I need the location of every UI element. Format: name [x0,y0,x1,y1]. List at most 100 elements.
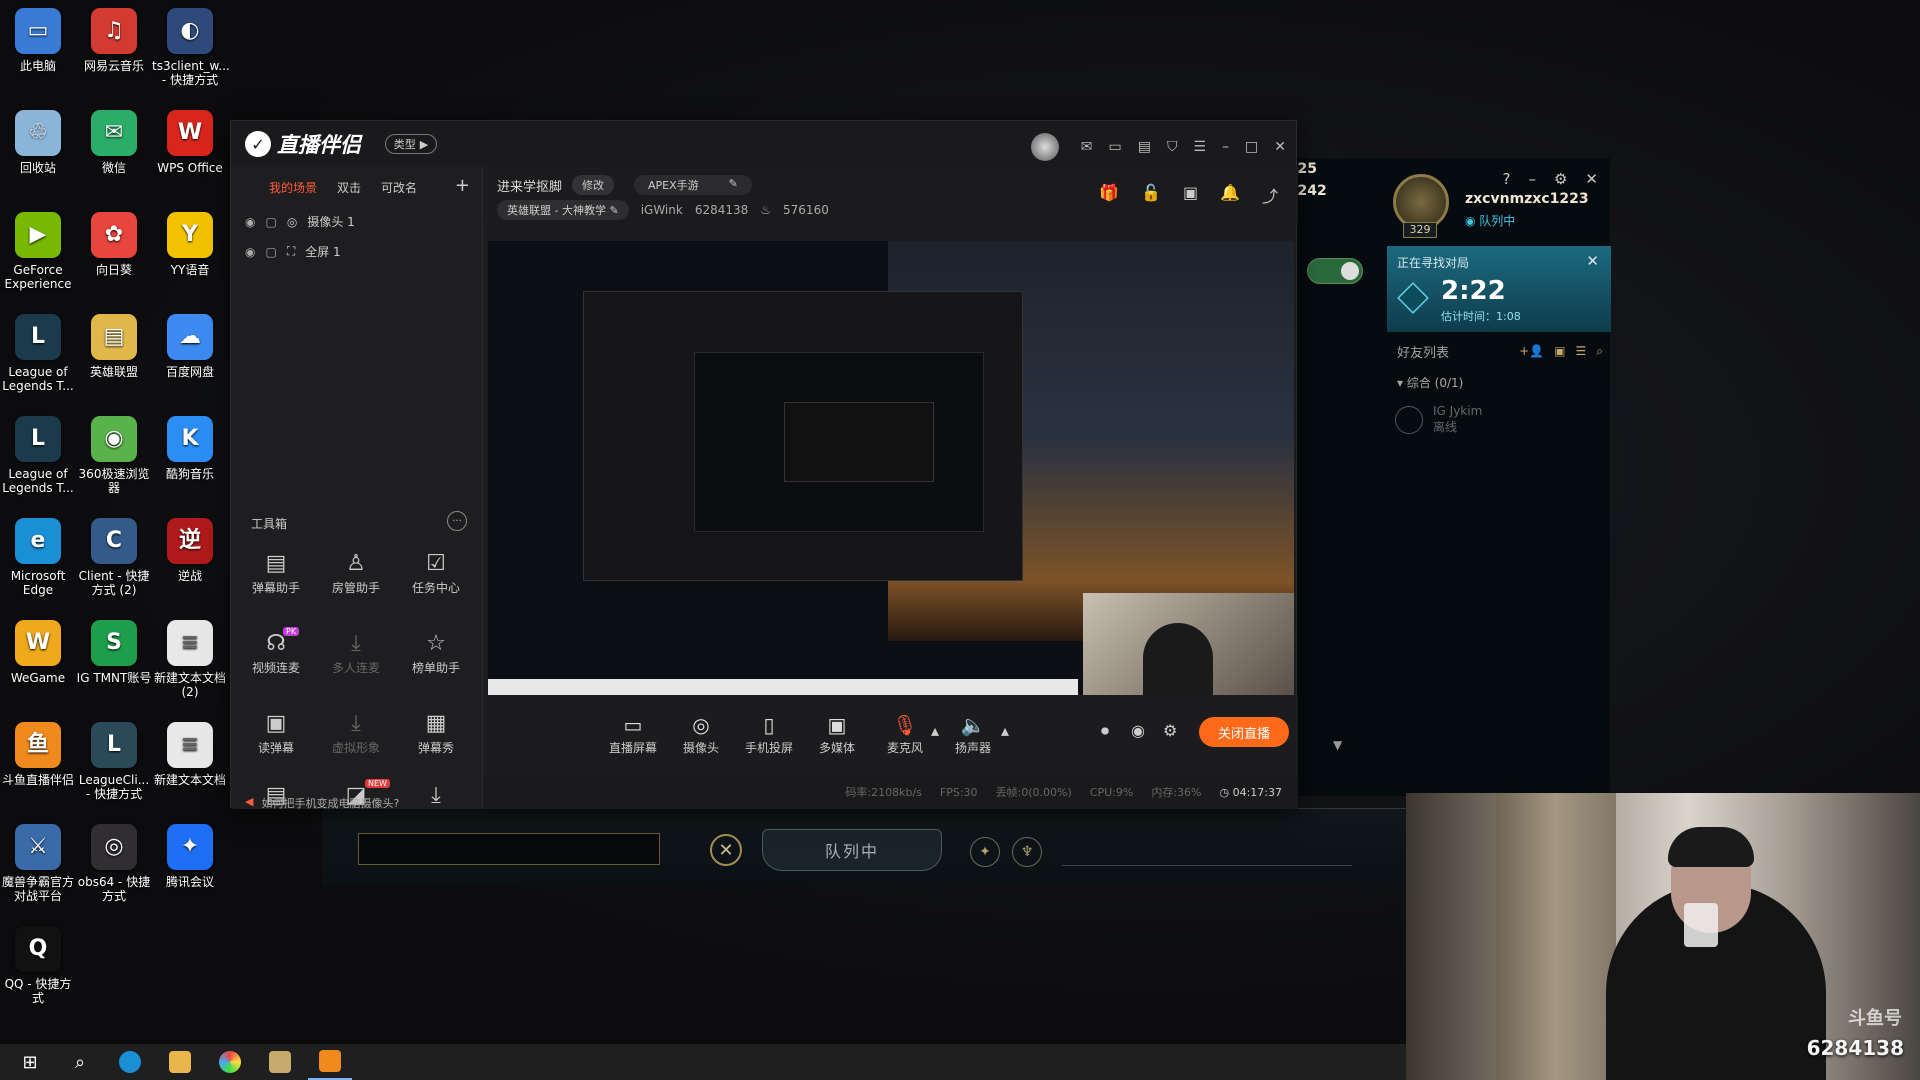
file-explorer-icon[interactable] [158,1044,202,1080]
bell-icon[interactable]: 🔔 [1220,183,1240,207]
add-scene-icon[interactable]: + [455,175,470,196]
close-icon[interactable]: ✕ [1274,139,1286,155]
search-icon[interactable]: ⌕ [58,1044,102,1080]
desktop-icon[interactable]: Q QQ - 快捷方式 [0,926,76,1005]
multimedia-button[interactable]: ▣ 多媒体 [807,711,867,756]
list-item[interactable]: IG Jykim 离线 [1395,404,1482,435]
source-item-camera[interactable]: ◉ ▢ ◎ 摄像头 1 [245,213,355,230]
desktop-icon[interactable]: ▭ 此电脑 [0,8,76,73]
tool-task-center[interactable]: ☑ 任务中心 [399,549,473,596]
monitor-icon[interactable]: ▭ [1109,139,1122,155]
type-button[interactable]: 类型 ▶ [385,134,437,154]
menu-icon[interactable]: ☰ [1193,139,1206,155]
desktop-icon[interactable]: K 酷狗音乐 [152,416,228,481]
minimize-icon[interactable]: – [1528,170,1536,188]
close-icon[interactable]: ✕ [1585,170,1598,188]
list-icon[interactable]: ☰ [1576,344,1587,359]
close-icon[interactable]: ✕ [1586,252,1599,270]
desktop-icon[interactable]: W WeGame [0,620,76,685]
tool-danmaku-show[interactable]: ▦ 弹幕秀 [399,709,473,756]
mail-icon[interactable]: ✉ [1081,139,1093,155]
tab-my-scene[interactable]: 我的场景 [269,179,317,196]
tool-read-danmaku[interactable]: ▣ 读弹幕 [239,709,313,756]
eye-icon[interactable]: ◉ [1131,721,1145,740]
desktop-icon[interactable]: ◎ obs64 - 快捷方式 [76,824,152,903]
desktop-icon[interactable]: ✿ 向日葵 [76,212,152,277]
chat-input[interactable] [358,833,660,865]
desktop-icon[interactable]: ▤ 英雄联盟 [76,314,152,379]
desktop-icon[interactable]: 逆逆战 [152,518,228,583]
add-folder-icon[interactable]: ▣ [1554,344,1565,359]
edit-button[interactable]: 修改 [572,175,615,195]
edge-taskbar-icon[interactable] [108,1044,152,1080]
desktop-icon[interactable]: 鱼斗鱼直播伴侣 [0,722,76,787]
phone-cast-button[interactable]: ▯ 手机投屏 [739,711,799,756]
desktop-icon[interactable]: L League of Legends T... [0,314,76,393]
help-icon[interactable]: ? [1503,170,1511,188]
desktop-icon[interactable]: S IG TMNT账号 [76,620,152,685]
toggle-switch[interactable] [1307,258,1363,284]
record-icon[interactable]: ⏺ [1101,721,1109,741]
desktop-icon[interactable]: L LeagueCli... - 快捷方式 [76,722,152,801]
gear-icon[interactable]: ⚙ [1163,721,1177,740]
microphone-button[interactable]: 🎙 麦克风 [875,711,935,756]
tool-more-3[interactable]: ⤓ [399,781,473,811]
desktop-icon[interactable]: ♲ 回收站 [0,110,76,175]
tool-avatar[interactable]: ⤓ 虚拟形象 [319,709,393,756]
speaker-button[interactable]: 🔈 扬声器 [943,711,1003,756]
desktop-icon[interactable]: C Client - 快捷方式 (2) [76,518,152,597]
gift-icon[interactable]: 🎁 [1099,183,1119,207]
notice-bar[interactable]: ◀ 如何把手机变成电脑摄像头? [245,795,399,811]
desktop-icon[interactable]: L League of Legends T... [0,416,76,495]
stop-live-button[interactable]: 关闭直播 [1199,717,1289,747]
unlock-icon[interactable]: 🔓 [1141,183,1161,207]
desktop-icon[interactable]: ⚔ 魔兽争霸官方对战平台 [0,824,76,903]
desktop-icon[interactable]: Y YY语音 [152,212,228,277]
chevron-up-icon[interactable]: ▴ [931,721,939,740]
more-icon[interactable]: ··· [447,511,467,531]
share-icon[interactable]: ⤴ [1262,183,1278,207]
maximize-icon[interactable]: □ [1245,139,1258,155]
gear-icon[interactable]: ⚙ [1554,170,1567,188]
stream-preview[interactable] [488,241,1294,695]
tab-rename[interactable]: 可改名 [381,179,417,196]
screen-button[interactable]: ▭ 直播屏幕 [603,711,663,756]
desktop-icon[interactable]: ≡ 新建文本文档 [152,722,228,787]
tool-ranking[interactable]: ☆ 榜单助手 [399,629,473,676]
tool-danmaku-assistant[interactable]: ▤ 弹幕助手 [239,549,313,596]
desktop-icon[interactable]: ✉ 微信 [76,110,152,175]
chevron-down-icon[interactable]: ▼ [1333,738,1342,752]
emote-icon[interactable]: ♆ [1012,837,1042,867]
eye-icon[interactable]: ◉ [245,215,255,229]
chevron-up-icon[interactable]: ▴ [1001,721,1009,740]
desktop-icon[interactable]: ☁ 百度网盘 [152,314,228,379]
shirt-icon[interactable]: ⛉ [1167,139,1178,155]
search-icon[interactable]: ⌕ [1596,344,1603,359]
tool-video-link[interactable]: ☊ PK 视频连麦 [239,627,313,676]
tool-multi-link[interactable]: ⤓ 多人连麦 [319,629,393,676]
friend-group[interactable]: ▾ 综合 (0/1) [1397,374,1463,391]
tab-double-click[interactable]: 双击 [337,179,361,196]
minimize-icon[interactable]: – [1222,139,1229,155]
douyu-taskbar-icon[interactable] [308,1044,352,1080]
category-tag[interactable]: 英雄联盟 - 大神教学 ✎ [497,200,629,220]
desktop-icon[interactable]: ✦ 腾讯会议 [152,824,228,889]
tool-room-admin[interactable]: ♙ 房管助手 [319,549,393,596]
avatar[interactable] [1030,133,1059,161]
league-taskbar-icon[interactable] [258,1044,302,1080]
camera-button[interactable]: ◎ 摄像头 [671,711,731,756]
360-browser-taskbar-icon[interactable] [208,1044,252,1080]
queue-button[interactable]: 队列中 [762,829,942,871]
layout-icon[interactable]: ▣ [1183,183,1198,207]
desktop-icon[interactable]: W WPS Office [152,110,228,175]
desktop-icon[interactable]: e Microsoft Edge [0,518,76,597]
desktop-icon[interactable]: ◉ 360极速浏览器 [76,416,152,495]
desktop-icon[interactable]: ≡ 新建文本文档 (2) [152,620,228,699]
desktop-icon[interactable]: ◐ ts3client_w... - 快捷方式 [152,8,230,87]
game-selector[interactable]: APEX手游 ✎ [634,175,752,195]
cancel-queue-icon[interactable]: ✕ [710,834,742,866]
lock-icon[interactable]: ▢ [265,215,276,229]
desktop-icon[interactable]: ▶ GeForce Experience [0,212,76,291]
add-friend-icon[interactable]: +👤 [1519,344,1544,359]
ward-icon[interactable]: ✦ [970,837,1000,867]
